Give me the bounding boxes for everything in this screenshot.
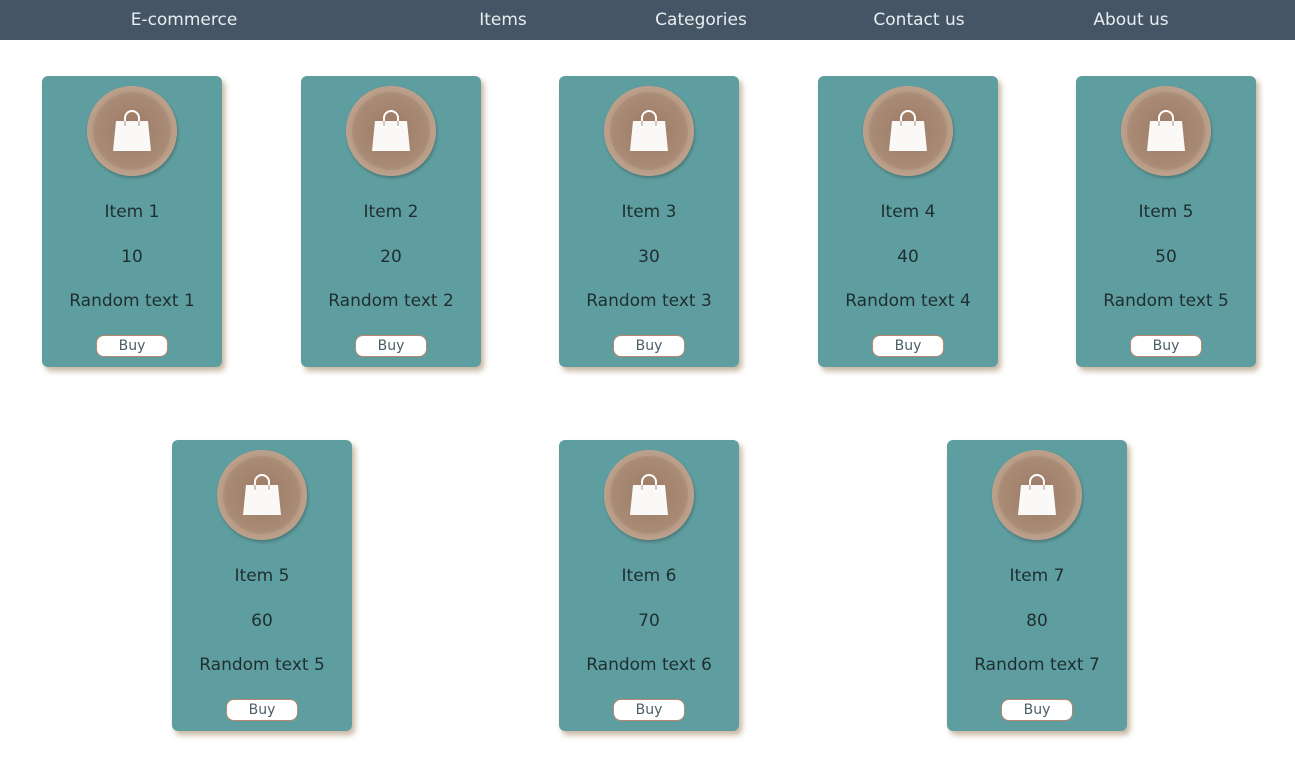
- product-avatar: [217, 450, 307, 540]
- product-title: Item 7: [1009, 566, 1065, 586]
- product-price: 30: [638, 247, 660, 267]
- product-avatar: [1121, 86, 1211, 176]
- product-title: Item 6: [621, 566, 677, 586]
- buy-button[interactable]: Buy: [96, 335, 168, 357]
- product-title: Item 5: [1138, 202, 1194, 222]
- product-description: Random text 4: [845, 291, 971, 311]
- product-card: Item 7 80 Random text 7 Buy: [947, 440, 1127, 731]
- product-card: Item 2 20 Random text 2 Buy: [301, 76, 481, 367]
- product-price: 10: [121, 247, 143, 267]
- product-title: Item 2: [363, 202, 419, 222]
- buy-button[interactable]: Buy: [872, 335, 944, 357]
- buy-button[interactable]: Buy: [226, 699, 298, 721]
- product-avatar: [346, 86, 436, 176]
- navbar: E-commerce Items Categories Contact us A…: [0, 0, 1295, 40]
- product-card: Item 5 50 Random text 5 Buy: [1076, 76, 1256, 367]
- shopping-bag-icon: [889, 110, 927, 151]
- brand-link[interactable]: E-commerce: [110, 0, 258, 40]
- product-title: Item 1: [104, 202, 160, 222]
- nav-categories-link[interactable]: Categories: [641, 0, 761, 40]
- product-price: 80: [1026, 611, 1048, 631]
- nav-contact-link[interactable]: Contact us: [859, 0, 979, 40]
- shopping-bag-icon: [243, 474, 281, 515]
- nav-items-link[interactable]: Items: [463, 0, 543, 40]
- shopping-bag-icon: [630, 110, 668, 151]
- product-description: Random text 6: [586, 655, 712, 675]
- product-title: Item 4: [880, 202, 936, 222]
- product-card: Item 4 40 Random text 4 Buy: [818, 76, 998, 367]
- shopping-bag-icon: [1147, 110, 1185, 151]
- product-description: Random text 5: [1103, 291, 1229, 311]
- product-card: Item 6 70 Random text 6 Buy: [559, 440, 739, 731]
- product-price: 40: [897, 247, 919, 267]
- product-card: Item 3 30 Random text 3 Buy: [559, 76, 739, 367]
- product-price: 50: [1155, 247, 1177, 267]
- product-avatar: [604, 450, 694, 540]
- buy-button[interactable]: Buy: [1130, 335, 1202, 357]
- product-avatar: [992, 450, 1082, 540]
- product-description: Random text 3: [586, 291, 712, 311]
- product-price: 20: [380, 247, 402, 267]
- product-title: Item 3: [621, 202, 677, 222]
- buy-button[interactable]: Buy: [613, 335, 685, 357]
- nav-about-link[interactable]: About us: [1081, 0, 1181, 40]
- buy-button[interactable]: Buy: [355, 335, 427, 357]
- buy-button[interactable]: Buy: [613, 699, 685, 721]
- shopping-bag-icon: [630, 474, 668, 515]
- product-card: Item 5 60 Random text 5 Buy: [172, 440, 352, 731]
- buy-button[interactable]: Buy: [1001, 699, 1073, 721]
- product-avatar: [863, 86, 953, 176]
- shopping-bag-icon: [1018, 474, 1056, 515]
- product-description: Random text 1: [69, 291, 195, 311]
- product-price: 70: [638, 611, 660, 631]
- product-description: Random text 5: [199, 655, 325, 675]
- shopping-bag-icon: [372, 110, 410, 151]
- product-card: Item 1 10 Random text 1 Buy: [42, 76, 222, 367]
- product-price: 60: [251, 611, 273, 631]
- product-avatar: [604, 86, 694, 176]
- product-title: Item 5: [234, 566, 290, 586]
- product-description: Random text 2: [328, 291, 454, 311]
- product-avatar: [87, 86, 177, 176]
- shopping-bag-icon: [113, 110, 151, 151]
- product-description: Random text 7: [974, 655, 1100, 675]
